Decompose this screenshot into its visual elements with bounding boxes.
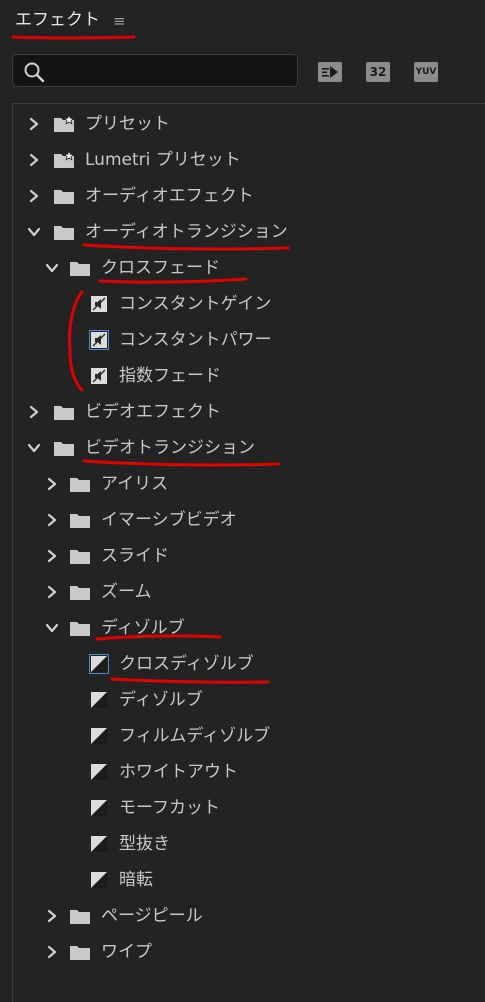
hamburger-menu-icon[interactable]: ≡ — [113, 13, 126, 29]
chevron-right-icon[interactable] — [27, 189, 41, 203]
tree-item-label: イマーシブビデオ — [101, 510, 237, 530]
tree-effect-row[interactable]: コンスタントパワー — [13, 323, 485, 357]
search-icon — [24, 62, 45, 83]
video-transition-icon — [91, 836, 107, 852]
folder-icon — [54, 190, 74, 204]
tree-item-label: フィルムディゾルブ — [119, 726, 271, 746]
tree-item-label: クロスフェード — [101, 258, 220, 278]
tree-item-label: アイリス — [101, 474, 169, 494]
chevron-down-icon[interactable] — [27, 441, 41, 455]
tree-effect-row[interactable]: 指数フェード — [13, 359, 485, 393]
accelerated-effects-icon — [318, 62, 342, 82]
chevron-right-icon[interactable] — [27, 153, 41, 167]
folder-icon — [54, 406, 74, 420]
tree-item-label: コンスタントゲイン — [119, 294, 272, 314]
accelerated-effects-filter-button[interactable] — [318, 62, 342, 82]
tree-effect-row[interactable]: フィルムディゾルブ — [13, 719, 485, 753]
folder-icon — [54, 442, 74, 456]
tree-folder-row[interactable]: ビデオエフェクト — [13, 395, 485, 429]
tree-folder-row[interactable]: イマーシブビデオ — [13, 503, 485, 537]
tree-effect-row[interactable]: クロスディゾルブ — [13, 647, 485, 681]
tree-item-label: 型抜き — [119, 834, 170, 854]
tree-item-label: オーディオエフェクト — [85, 186, 254, 206]
chevron-right-icon[interactable] — [45, 477, 59, 491]
tree-folder-row[interactable]: オーディオトランジション — [13, 215, 485, 249]
tree-item-label: ホワイトアウト — [119, 762, 238, 782]
yuv-filter-button[interactable]: YUV — [414, 62, 438, 82]
video-transition-icon — [91, 692, 107, 708]
chevron-right-icon[interactable] — [27, 117, 41, 131]
search-field[interactable] — [12, 54, 298, 87]
chevron-right-icon[interactable] — [27, 405, 41, 419]
audio-transition-icon — [89, 330, 109, 350]
tree-item-label: ワイプ — [101, 942, 152, 962]
tree-effect-row[interactable]: ディゾルブ — [13, 683, 485, 717]
tree-item-label: スライド — [101, 546, 169, 566]
chevron-right-icon[interactable] — [45, 585, 59, 599]
audio-transition-icon — [91, 368, 107, 384]
folder-icon — [54, 226, 74, 240]
tree-item-label: Lumetri プリセット — [85, 150, 241, 170]
tree-item-label: コンスタントパワー — [119, 330, 272, 350]
video-transition-icon — [91, 728, 107, 744]
chevron-right-icon[interactable] — [45, 909, 59, 923]
tree-effect-row[interactable]: ホワイトアウト — [13, 755, 485, 789]
tree-folder-row[interactable]: Lumetri プリセット — [13, 143, 485, 177]
video-transition-icon — [91, 800, 107, 816]
tree-item-label: プリセット — [85, 114, 170, 134]
folder-icon — [70, 550, 90, 564]
folder-icon — [70, 622, 90, 636]
audio-transition-icon — [91, 296, 107, 312]
chevron-right-icon[interactable] — [45, 513, 59, 527]
tree-folder-row[interactable]: ズーム — [13, 575, 485, 609]
tree-folder-row[interactable]: ページピール — [13, 899, 485, 933]
video-transition-icon — [89, 654, 109, 674]
tree-folder-row[interactable]: クロスフェード — [13, 251, 485, 285]
panel-header: エフェクト ≡ — [0, 0, 485, 44]
32-bit-filter-button[interactable]: 32 — [366, 62, 390, 82]
chevron-right-icon[interactable] — [45, 945, 59, 959]
tree-item-label: ページピール — [101, 906, 203, 926]
folder-icon — [70, 478, 90, 492]
preset-folder-icon — [54, 151, 75, 168]
video-transition-icon — [91, 872, 107, 888]
folder-icon — [70, 586, 90, 600]
video-transition-icon — [91, 764, 107, 780]
tree-folder-row[interactable]: ディゾルブ — [13, 611, 485, 645]
tree-folder-row[interactable]: ワイプ — [13, 935, 485, 969]
tree-item-label: モーフカット — [119, 798, 220, 818]
effects-tree: プリセット Lumetri プリセット オーディオエフェクトオーディオトランジション… — [12, 103, 485, 1002]
tree-item-label: ディゾルブ — [119, 690, 203, 710]
chevron-down-icon[interactable] — [45, 261, 59, 275]
tree-item-label: ビデオトランジション — [85, 438, 255, 458]
tree-effect-row[interactable]: モーフカット — [13, 791, 485, 825]
preset-folder-icon — [54, 115, 75, 132]
tree-folder-row[interactable]: スライド — [13, 539, 485, 573]
folder-icon — [70, 946, 90, 960]
panel-title[interactable]: エフェクト — [15, 9, 100, 31]
tree-item-label: 指数フェード — [119, 366, 221, 386]
chevron-down-icon[interactable] — [27, 225, 41, 239]
tree-effect-row[interactable]: コンスタントゲイン — [13, 287, 485, 321]
tree-item-label: ビデオエフェクト — [85, 402, 221, 422]
tree-item-label: クロスディゾルブ — [119, 654, 254, 674]
tree-folder-row[interactable]: プリセット — [13, 107, 485, 141]
tree-item-label: 暗転 — [119, 870, 153, 890]
folder-icon — [70, 910, 90, 924]
tree-folder-row[interactable]: ビデオトランジション — [13, 431, 485, 465]
folder-icon — [70, 262, 90, 276]
tree-item-label: オーディオトランジション — [85, 222, 288, 242]
search-input[interactable] — [53, 59, 295, 85]
tree-folder-row[interactable]: アイリス — [13, 467, 485, 501]
folder-icon — [70, 514, 90, 528]
tree-item-label: ズーム — [101, 582, 152, 602]
tree-effect-row[interactable]: 型抜き — [13, 827, 485, 861]
tree-folder-row[interactable]: オーディオエフェクト — [13, 179, 485, 213]
chevron-down-icon[interactable] — [45, 621, 59, 635]
chevron-right-icon[interactable] — [45, 549, 59, 563]
tree-item-label: ディゾルブ — [101, 618, 185, 638]
tree-effect-row[interactable]: 暗転 — [13, 863, 485, 897]
